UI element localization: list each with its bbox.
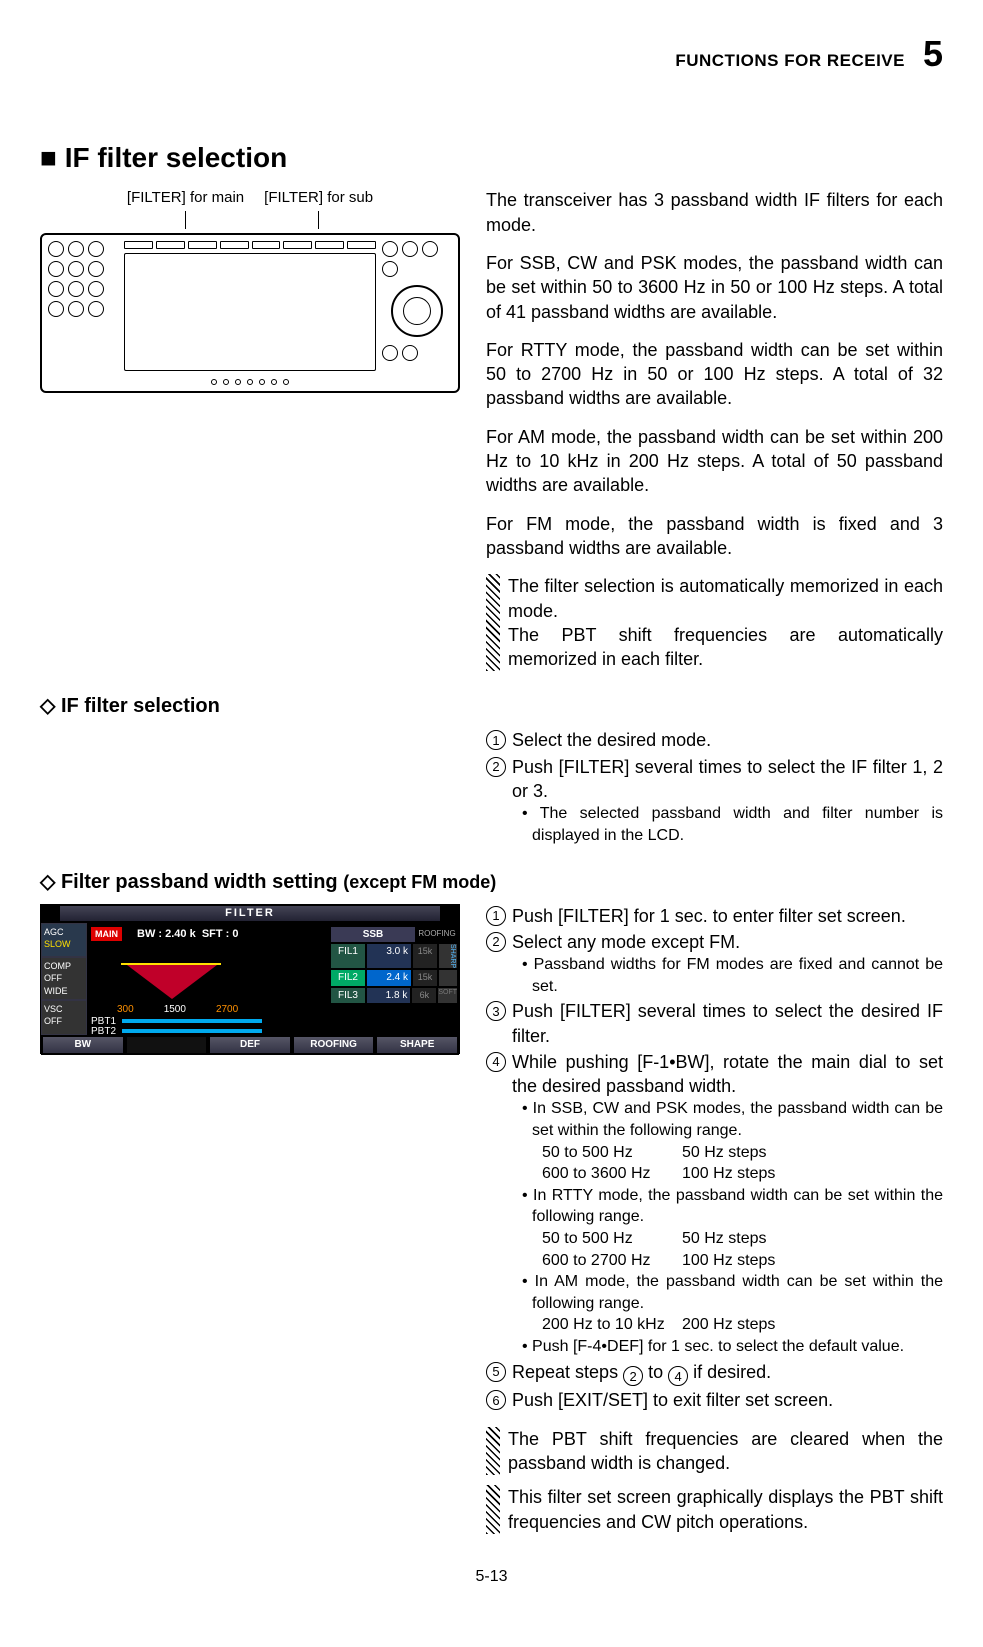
pw-step-1-icon: 1 [486,906,506,926]
softkey-bw: BW [43,1037,123,1053]
note-hatch-icon [486,1485,500,1534]
chapter-number: 5 [923,30,943,79]
step-1-icon: 1 [486,730,506,750]
intro-p1: The transceiver has 3 passband width IF … [486,188,943,237]
pw-note-1: The PBT shift frequencies are cleared wh… [508,1427,943,1476]
pw-step-6-icon: 6 [486,1390,506,1410]
pw-step-5: Repeat steps 2 to 4 if desired. [512,1360,943,1387]
page-number: 5-13 [40,1566,943,1588]
main-band-tag: MAIN [91,927,122,941]
note-hatch-icon [486,574,500,671]
pw-step-4c: • In AM mode, the passband width can be … [522,1271,943,1314]
step-1: Select the desired mode. [512,728,943,752]
sharp-label: SHARP [439,944,457,968]
softkey-shape: SHAPE [377,1037,457,1053]
step-2-icon: 2 [486,757,506,777]
page-header: FUNCTIONS FOR RECEIVE 5 [40,30,943,79]
pw-step-4b: • In RTTY mode, the passband width can b… [522,1185,943,1228]
pw-step-2-icon: 2 [486,932,506,952]
transceiver-front-panel-illustration [40,233,460,393]
pw-step-4d: • Push [F-4•DEF] for 1 sec. to select th… [522,1336,943,1358]
passband-width-steps: 1 Push [FILTER] for 1 sec. to enter filt… [486,904,943,1413]
pw-step-2: Select any mode except FM. [512,930,943,954]
intro-note-2: The PBT shift frequencies are automatica… [508,623,943,672]
softkey-roofing: ROOFING [294,1037,374,1053]
soft-label: SOFT [438,988,457,1004]
pw-step-1: Push [FILTER] for 1 sec. to enter filter… [512,904,943,928]
softkey-def: DEF [210,1037,290,1053]
main-dial-icon [391,285,443,337]
note-hatch-icon [486,1427,500,1476]
intro-p4: For AM mode, the passband width can be s… [486,425,943,498]
pw-step-6: Push [EXIT/SET] to exit filter set scree… [512,1388,943,1412]
heading-if-filter-selection: ■ IF filter selection [40,139,943,177]
heading-if-filter-selection-sub: ◇ IF filter selection [40,693,943,720]
step-2: Push [FILTER] several times to select th… [512,755,943,804]
callout-filter-main: [FILTER] for main [127,188,244,208]
passband-shape-icon [127,965,217,999]
pw-step-3-icon: 3 [486,1001,506,1021]
step-2-bullet: • The selected passband width and filter… [522,803,943,846]
if-filter-selection-steps: 1 Select the desired mode. 2 Push [FILTE… [486,728,943,846]
intro-note-1: The filter selection is automatically me… [508,574,943,623]
pw-step-5-icon: 5 [486,1362,506,1382]
heading-filter-passband-width: ◇ Filter passband width setting (except … [40,869,943,896]
filter-set-screen-illustration: . FILTER . AGCSLOW COMPOFFWIDE VSCOFF MA… [40,904,460,1054]
diagram-callouts: [FILTER] for main [FILTER] for sub [40,188,460,228]
pw-step-4-icon: 4 [486,1052,506,1072]
callout-filter-sub: [FILTER] for sub [264,188,373,208]
section-title: FUNCTIONS FOR RECEIVE [675,50,905,73]
pw-step-4a: • In SSB, CW and PSK modes, the passband… [522,1098,943,1141]
intro-text: The transceiver has 3 passband width IF … [486,188,943,673]
intro-p2: For SSB, CW and PSK modes, the passband … [486,251,943,324]
filter-screen-title: FILTER [60,906,440,921]
pw-note-2: This filter set screen graphically displ… [508,1485,943,1534]
intro-p3: For RTTY mode, the passband width can be… [486,338,943,411]
intro-p5: For FM mode, the passband width is fixed… [486,512,943,561]
pw-step-3: Push [FILTER] several times to select th… [512,999,943,1048]
pw-step-2-bullet: • Passband widths for FM modes are fixed… [522,954,943,997]
pw-step-4: While pushing [F-1•BW], rotate the main … [512,1050,943,1099]
